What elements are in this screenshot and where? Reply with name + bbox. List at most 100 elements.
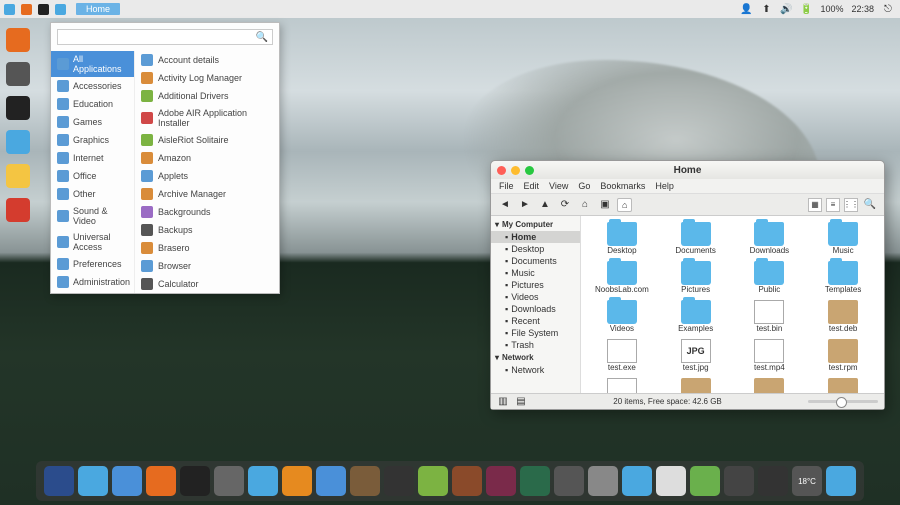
file-item[interactable]: Templates	[808, 259, 878, 296]
maximize-button[interactable]	[525, 166, 534, 175]
dock-inkscape[interactable]	[384, 466, 414, 496]
menu-help[interactable]: Help	[655, 181, 674, 191]
category-item[interactable]: Sound & Video	[51, 203, 134, 229]
file-item[interactable]: Documents	[661, 220, 731, 257]
sidebar-item[interactable]: ▪Home	[491, 231, 580, 243]
file-item[interactable]: Videos	[587, 298, 657, 335]
panel-btn-3[interactable]	[38, 4, 49, 15]
menu-view[interactable]: View	[549, 181, 568, 191]
app-item[interactable]: Backgrounds	[135, 203, 279, 221]
category-item[interactable]: Universal Access	[51, 229, 134, 255]
dock-terminal[interactable]	[180, 466, 210, 496]
launcher-power[interactable]	[6, 198, 30, 222]
dock-monitor[interactable]	[520, 466, 550, 496]
computer-button[interactable]: ▣	[597, 197, 613, 213]
network-icon[interactable]: ⬆	[760, 3, 772, 15]
dock-update[interactable]	[588, 466, 618, 496]
app-item[interactable]: Activity Log Manager	[135, 69, 279, 87]
category-item[interactable]: Preferences	[51, 255, 134, 273]
volume-icon[interactable]: 🔊	[780, 3, 792, 15]
category-item[interactable]: Internet	[51, 149, 134, 167]
minimize-button[interactable]	[511, 166, 520, 175]
category-item[interactable]: Other	[51, 185, 134, 203]
dock-gparted[interactable]	[452, 466, 482, 496]
category-item[interactable]: Education	[51, 95, 134, 113]
panel-btn-4[interactable]	[55, 4, 66, 15]
dock-wine[interactable]	[486, 466, 516, 496]
category-item[interactable]: Administration	[51, 273, 134, 291]
app-item[interactable]: Calculator	[135, 275, 279, 293]
sidebar-item[interactable]: ▪Downloads	[491, 303, 580, 315]
dock-disk[interactable]	[554, 466, 584, 496]
category-item[interactable]: All Applications	[51, 51, 134, 77]
dock-settings[interactable]	[214, 466, 244, 496]
launcher-settings[interactable]	[6, 62, 30, 86]
dock-trash[interactable]	[656, 466, 686, 496]
dock-finder[interactable]	[78, 466, 108, 496]
file-item[interactable]: Desktop	[587, 220, 657, 257]
back-button[interactable]: ◄	[497, 197, 513, 213]
app-item[interactable]: AisleRiot Solitaire	[135, 131, 279, 149]
sidebar-item[interactable]: ▪Network	[491, 364, 580, 376]
dock-gimp[interactable]	[350, 466, 380, 496]
clock[interactable]: 22:38	[851, 4, 874, 14]
app-item[interactable]: Archive Manager	[135, 185, 279, 203]
app-item[interactable]: Brasero	[135, 239, 279, 257]
launcher-firefox[interactable]	[6, 28, 30, 52]
file-item[interactable]: test.rpm	[808, 337, 878, 374]
file-item[interactable]: test.tar.gz	[735, 376, 805, 393]
battery-icon[interactable]: 🔋	[800, 3, 812, 15]
user-icon[interactable]: 👤	[740, 3, 752, 15]
sidebar-item[interactable]: ▪Recent	[491, 315, 580, 327]
view-compact-button[interactable]: ⋮⋮	[844, 198, 858, 212]
panel-btn-1[interactable]	[4, 4, 15, 15]
sidebar-header[interactable]: ▾Network	[491, 351, 580, 364]
category-item[interactable]: Games	[51, 113, 134, 131]
dock-firefox[interactable]	[146, 466, 176, 496]
view-icons-button[interactable]: ▦	[808, 198, 822, 212]
sidebar-header[interactable]: ▾My Computer	[491, 218, 580, 231]
sidebar-item[interactable]: ▪File System	[491, 327, 580, 339]
launcher-terminal[interactable]	[6, 96, 30, 120]
dock-folder[interactable]	[622, 466, 652, 496]
search-input[interactable]	[62, 32, 256, 42]
dock-torrent[interactable]	[418, 466, 448, 496]
category-item[interactable]: Accessories	[51, 77, 134, 95]
menu-file[interactable]: File	[499, 181, 514, 191]
file-item[interactable]: test.deb	[808, 298, 878, 335]
menu-go[interactable]: Go	[578, 181, 590, 191]
sidebar-item[interactable]: ▪Pictures	[491, 279, 580, 291]
panel-breadcrumb[interactable]: Home	[76, 3, 120, 15]
app-item[interactable]: Additional Drivers	[135, 87, 279, 105]
file-item[interactable]: Music	[808, 220, 878, 257]
file-item[interactable]: Examples	[661, 298, 731, 335]
sidebar-item[interactable]: ▪Videos	[491, 291, 580, 303]
panel-btn-2[interactable]	[21, 4, 32, 15]
search-icon[interactable]: 🔍	[256, 31, 268, 43]
category-item[interactable]: Places	[51, 291, 134, 293]
menu-edit[interactable]: Edit	[524, 181, 540, 191]
forward-button[interactable]: ►	[517, 197, 533, 213]
launcher-weather[interactable]	[6, 164, 30, 188]
app-item[interactable]: Amazon	[135, 149, 279, 167]
app-item[interactable]: Applets	[135, 167, 279, 185]
dock-wifi[interactable]	[826, 466, 856, 496]
file-item[interactable]: test.bin	[735, 298, 805, 335]
up-button[interactable]: ▲	[537, 197, 553, 213]
app-item[interactable]: Account details	[135, 51, 279, 69]
app-item[interactable]: Backups	[135, 221, 279, 239]
view-list-button[interactable]: ≡	[826, 198, 840, 212]
close-button[interactable]	[497, 166, 506, 175]
file-item[interactable]: JPGtest.jpg	[661, 337, 731, 374]
appmenu-search[interactable]: 🔍	[57, 29, 273, 45]
dock-spotify[interactable]	[690, 466, 720, 496]
file-item[interactable]: NoobsLab.com	[587, 259, 657, 296]
search-button[interactable]: 🔍	[862, 197, 878, 213]
dock-menu[interactable]	[44, 466, 74, 496]
session-icon[interactable]: ⎋	[882, 3, 894, 15]
zoom-slider[interactable]	[808, 400, 878, 403]
reload-button[interactable]: ⟳	[557, 197, 573, 213]
sidebar-item[interactable]: ▪Documents	[491, 255, 580, 267]
sidebar-toggle[interactable]: ▥	[497, 396, 509, 408]
home-button[interactable]: ⌂	[577, 197, 593, 213]
